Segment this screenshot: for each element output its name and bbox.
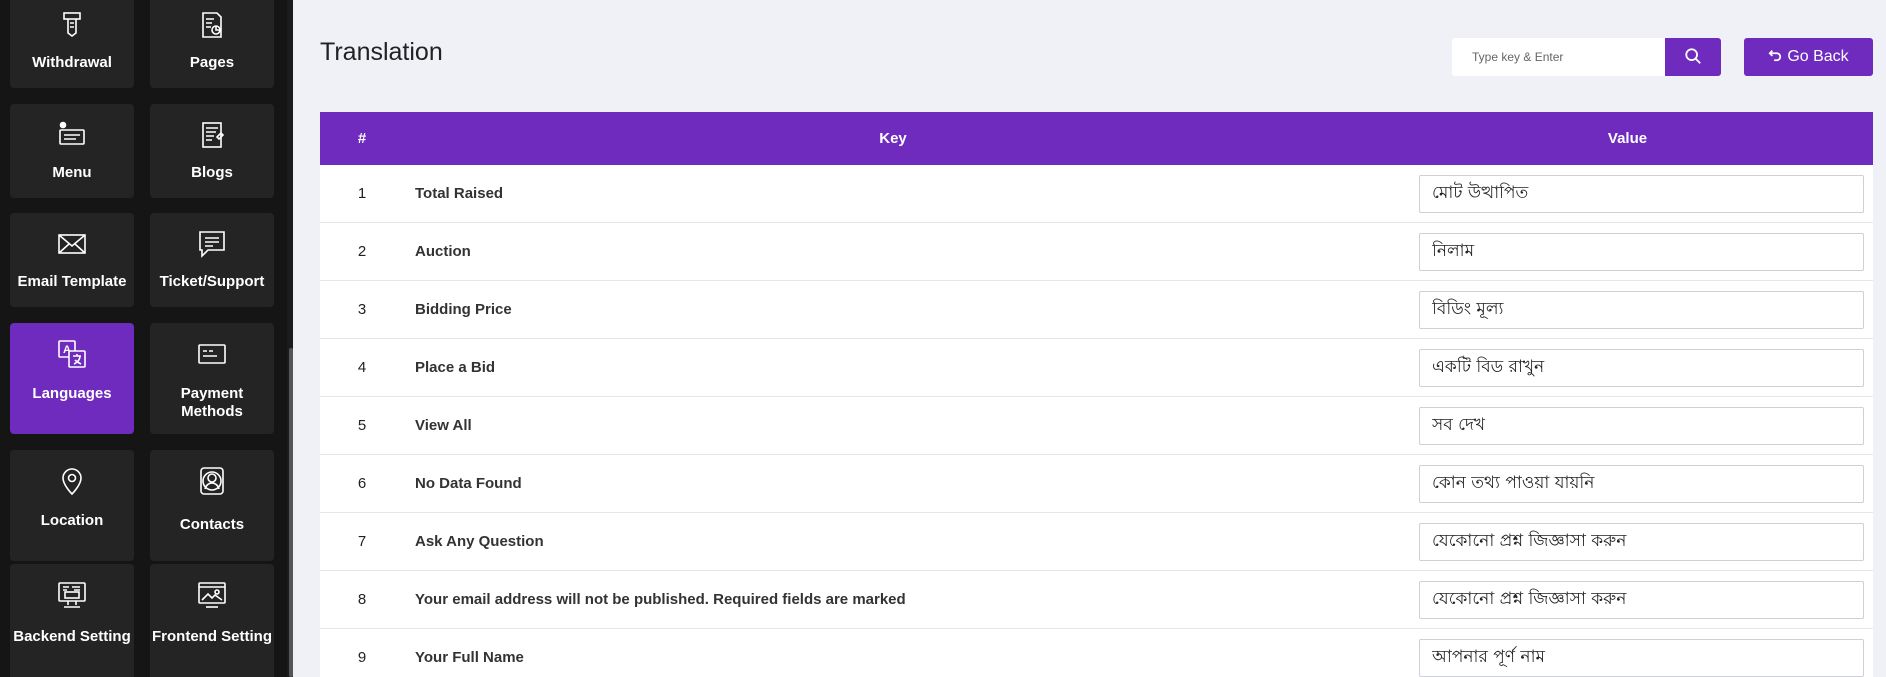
value-cell <box>1404 232 1873 271</box>
row-number: 7 <box>357 533 367 550</box>
menu-icon <box>55 118 89 152</box>
sidebar-item-label: Withdrawal <box>32 54 112 71</box>
languages-icon: A <box>55 337 89 371</box>
translation-value-input[interactable] <box>1419 522 1864 561</box>
sidebar-scrollbar-thumb[interactable] <box>289 348 293 677</box>
sidebar-item-label: Blogs <box>191 164 233 181</box>
row-number: 6 <box>357 475 367 492</box>
search-icon <box>1684 47 1702 68</box>
email-icon <box>55 227 89 261</box>
payment-icon <box>195 337 229 371</box>
translation-key: Auction <box>415 243 471 260</box>
sidebar-item-label: Pages <box>189 54 235 71</box>
blogs-icon <box>195 118 229 152</box>
table-row: 9 Your Full Name <box>320 629 1873 677</box>
translation-value-input[interactable] <box>1419 232 1864 271</box>
value-cell <box>1404 406 1873 445</box>
table-row: 8 Your email address will not be publishe… <box>320 571 1873 629</box>
page-title: Translation <box>320 38 443 66</box>
pages-icon <box>195 8 229 42</box>
sidebar-item-email-template[interactable]: Email Template <box>10 213 134 307</box>
withdrawal-icon <box>55 8 89 42</box>
sidebar-item-label: Email Template <box>17 273 127 290</box>
sidebar-item-label: Ticket/Support <box>159 273 265 290</box>
location-icon <box>55 464 89 498</box>
sidebar-item-label: Payment Methods <box>180 385 244 420</box>
translation-value-input[interactable] <box>1419 174 1864 213</box>
translation-table: # Key Value 1 Total Raised 2 Auction 3 Biddin… <box>320 112 1873 677</box>
sidebar-item-frontend-setting[interactable]: Frontend Setting <box>150 564 274 677</box>
table-row: 6 No Data Found <box>320 455 1873 513</box>
sidebar-item-ticket-support[interactable]: Ticket/Support <box>150 213 274 307</box>
sidebar-item-label: Languages <box>32 385 112 402</box>
translation-value-input[interactable] <box>1419 348 1864 387</box>
column-header-number: # <box>357 130 367 147</box>
row-number: 3 <box>357 301 367 318</box>
row-number: 2 <box>357 243 367 260</box>
table-row: 3 Bidding Price <box>320 281 1873 339</box>
sidebar-item-contacts[interactable]: Contacts <box>150 450 274 561</box>
translation-value-input[interactable] <box>1419 638 1864 677</box>
translation-value-input[interactable] <box>1419 406 1864 445</box>
value-cell <box>1404 638 1873 677</box>
sidebar: Withdrawal Pages Menu Blogs Email Templa… <box>0 0 293 677</box>
sidebar-item-label: Frontend Setting <box>152 628 272 645</box>
search-input[interactable] <box>1452 38 1665 76</box>
row-number: 9 <box>357 649 367 666</box>
table-row: 7 Ask Any Question <box>320 513 1873 571</box>
column-header-key: Key <box>879 130 907 147</box>
table-body: 1 Total Raised 2 Auction 3 Bidding Price 4 Plac… <box>320 165 1873 677</box>
sidebar-item-label: Menu <box>52 164 92 181</box>
translation-key: Ask Any Question <box>415 533 544 550</box>
sidebar-item-backend-setting[interactable]: Backend Setting <box>10 564 134 677</box>
table-row: 4 Place a Bid <box>320 339 1873 397</box>
contacts-icon <box>195 464 229 498</box>
value-cell <box>1404 522 1873 561</box>
sidebar-item-pages[interactable]: Pages <box>150 0 274 88</box>
sidebar-item-withdrawal[interactable]: Withdrawal <box>10 0 134 88</box>
translation-key: No Data Found <box>415 475 522 492</box>
sidebar-item-label: Backend Setting <box>13 628 131 645</box>
table-row: 1 Total Raised <box>320 165 1873 223</box>
translation-key: Your Full Name <box>415 649 524 666</box>
ticket-icon <box>195 227 229 261</box>
sidebar-item-languages[interactable]: A Languages <box>10 323 134 434</box>
undo-icon <box>1768 48 1782 67</box>
row-number: 8 <box>357 591 367 608</box>
frontend-icon <box>195 578 229 612</box>
translation-value-input[interactable] <box>1419 464 1864 503</box>
column-header-value: Value <box>1607 130 1648 147</box>
translation-key: View All <box>415 417 472 434</box>
value-cell <box>1404 348 1873 387</box>
table-header: # Key Value <box>320 112 1873 165</box>
translation-key: Your email address will not be published… <box>415 591 906 608</box>
translation-value-input[interactable] <box>1419 580 1864 619</box>
search-button[interactable] <box>1665 38 1721 76</box>
sidebar-item-label: Location <box>40 512 104 529</box>
translation-value-input[interactable] <box>1419 290 1864 329</box>
translation-key: Bidding Price <box>415 301 512 318</box>
backend-icon <box>55 578 89 612</box>
sidebar-item-label: Contacts <box>179 516 245 533</box>
translation-key: Total Raised <box>415 185 504 202</box>
row-number: 4 <box>357 359 367 376</box>
sidebar-item-payment-methods[interactable]: Payment Methods <box>150 323 274 434</box>
value-cell <box>1404 464 1873 503</box>
row-number: 5 <box>357 417 367 434</box>
translation-key: Place a Bid <box>415 359 496 376</box>
value-cell <box>1404 174 1873 213</box>
value-cell <box>1404 290 1873 329</box>
table-row: 5 View All <box>320 397 1873 455</box>
sidebar-item-location[interactable]: Location <box>10 450 134 561</box>
go-back-button[interactable]: Go Back <box>1744 38 1873 76</box>
sidebar-item-blogs[interactable]: Blogs <box>150 104 274 198</box>
row-number: 1 <box>357 185 367 202</box>
go-back-label: Go Back <box>1787 48 1849 65</box>
table-row: 2 Auction <box>320 223 1873 281</box>
value-cell <box>1404 580 1873 619</box>
sidebar-item-menu[interactable]: Menu <box>10 104 134 198</box>
